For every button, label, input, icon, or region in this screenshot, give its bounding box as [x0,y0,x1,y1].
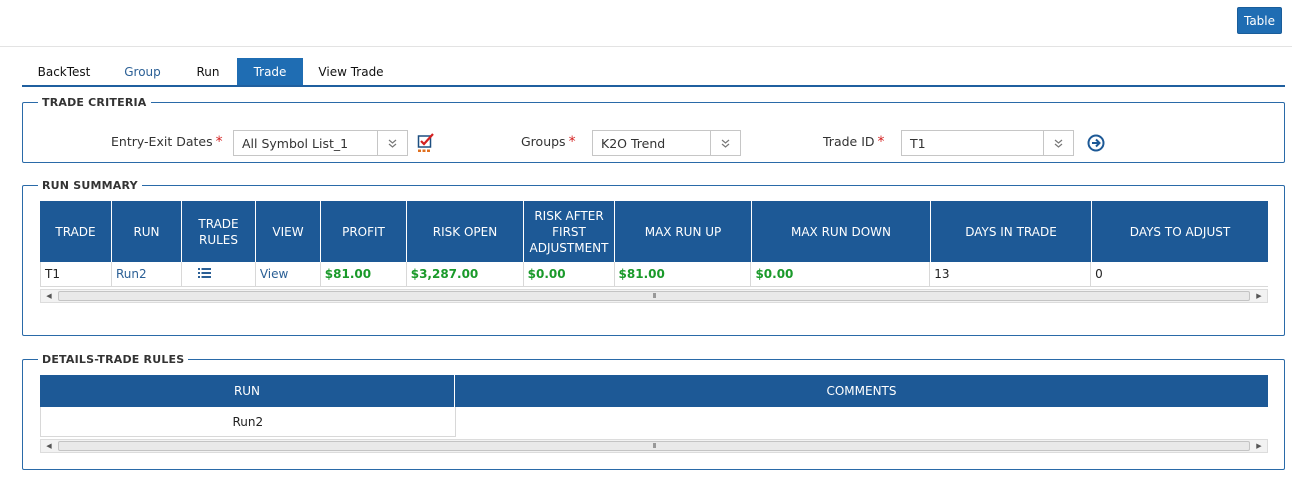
max-run-up-cell: $81.00 [614,262,752,287]
column-header[interactable]: RISK AFTER FIRST ADJUSTMENT [524,201,615,262]
trade-criteria-panel: TRADE CRITERIA Entry-Exit Dates * All Sym… [22,96,1285,163]
groups-text: Groups [521,134,566,149]
checklist-icon[interactable] [417,133,435,156]
details-run-cell: Run2 [41,407,456,437]
groups-label: Groups * [521,134,576,150]
top-bar: Table [0,0,1292,47]
details-comments-cell [456,407,1268,437]
trade-id-text: Trade ID [823,134,875,149]
entry-exit-dates-label: Entry-Exit Dates * [111,134,223,150]
column-header[interactable]: PROFIT [321,201,407,262]
table-row[interactable]: T1 Run2 View $81.00 $3,287.00 $0.00 $81.… [40,262,1268,287]
trade-rules-cell [181,262,256,287]
column-header[interactable]: COMMENTS [455,375,1268,407]
table-button[interactable]: Table [1237,7,1282,34]
tab-run[interactable]: Run [179,58,237,85]
max-run-down-cell: $0.00 [751,262,931,287]
column-header[interactable]: DAYS IN TRADE [931,201,1092,262]
tab-group[interactable]: Group [106,58,179,85]
trade-criteria-legend: TRADE CRITERIA [42,96,147,109]
column-header[interactable]: DAYS TO ADJUST [1092,201,1268,262]
tab-bar: BackTest Group Run Trade View Trade [22,58,1285,87]
scroll-grip: III [652,292,656,300]
column-header[interactable]: TRADE [40,201,112,262]
run-link[interactable]: Run2 [111,262,182,287]
details-header: RUN COMMENTS [40,375,1268,407]
scroll-left-icon[interactable]: ◀ [41,290,57,302]
trade-id-value: T1 [910,136,926,151]
column-header[interactable]: RISK OPEN [407,201,524,262]
chevron-down-icon[interactable] [1043,131,1073,155]
risk-after-adjustment-cell: $0.00 [523,262,615,287]
column-header[interactable]: MAX RUN DOWN [752,201,931,262]
required-mark: * [568,134,576,150]
trade-id-select[interactable]: T1 [901,130,1074,156]
chevron-down-icon[interactable] [710,131,740,155]
scroll-thumb[interactable]: III [58,441,1250,451]
details-scrollbar[interactable]: ◀ III ▶ [40,439,1268,453]
entry-exit-dates-text: Entry-Exit Dates [111,134,213,149]
required-mark: * [877,134,885,150]
profit-cell: $81.00 [320,262,407,287]
run-summary-header: TRADE RUN TRADE RULES VIEW PROFIT RISK O… [40,201,1268,262]
days-in-trade-cell: 13 [930,262,1092,287]
go-arrow-icon[interactable] [1087,134,1105,155]
run-summary-legend: RUN SUMMARY [42,179,138,192]
tab-backtest[interactable]: BackTest [22,58,106,85]
scroll-right-icon[interactable]: ▶ [1251,290,1267,302]
entry-exit-dates-select[interactable]: All Symbol List_1 [233,130,408,156]
chevron-down-icon[interactable] [377,131,407,155]
column-header[interactable]: RUN [112,201,182,262]
groups-value: K2O Trend [601,136,666,151]
details-trade-rules-legend: DETAILS-TRADE RULES [42,353,185,366]
list-icon[interactable] [197,267,211,281]
groups-select[interactable]: K2O Trend [592,130,741,156]
trade-id-label: Trade ID * [823,134,885,150]
scroll-left-icon[interactable]: ◀ [41,440,57,452]
scroll-thumb[interactable]: III [58,291,1250,301]
column-header[interactable]: TRADE RULES [182,201,256,262]
table-row[interactable]: Run2 [40,407,1268,437]
column-header[interactable]: MAX RUN UP [615,201,752,262]
run-summary-scrollbar[interactable]: ◀ III ▶ [40,289,1268,303]
scroll-grip: III [652,442,656,450]
risk-open-cell: $3,287.00 [406,262,524,287]
column-header[interactable]: VIEW [256,201,321,262]
required-mark: * [215,134,223,150]
trade-cell: T1 [41,262,112,287]
tab-trade[interactable]: Trade [237,58,303,85]
view-link[interactable]: View [255,262,321,287]
days-to-adjust-cell: 0 [1091,262,1268,287]
column-header[interactable]: RUN [40,375,455,407]
scroll-right-icon[interactable]: ▶ [1251,440,1267,452]
entry-exit-dates-value: All Symbol List_1 [242,136,349,151]
tab-view-trade[interactable]: View Trade [303,58,399,85]
